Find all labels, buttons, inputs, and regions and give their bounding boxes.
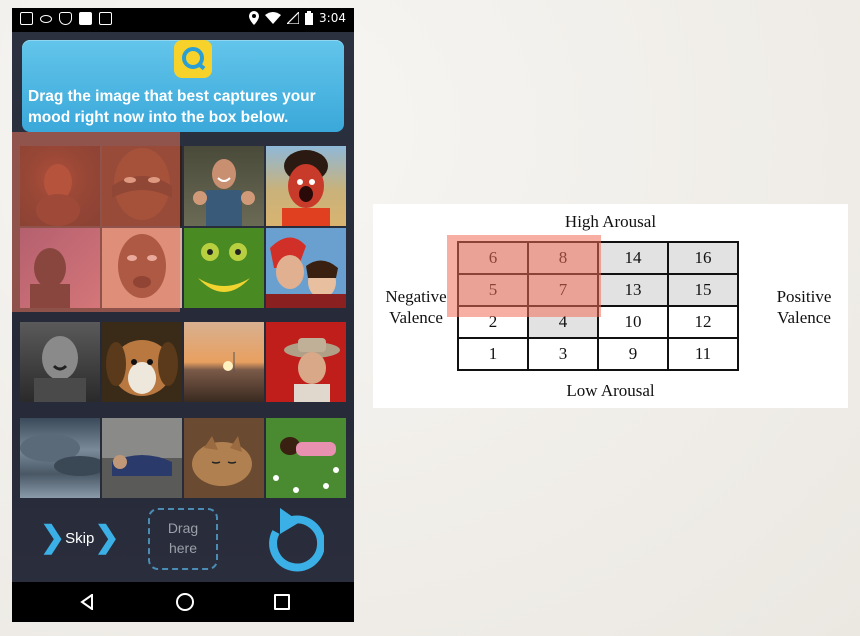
- diagram-highlight: [447, 235, 601, 317]
- grid-cell: 11: [667, 337, 739, 371]
- photo-tile[interactable]: [266, 418, 346, 498]
- skip-label: Skip: [65, 529, 95, 547]
- status-bar: 3:04: [12, 8, 354, 32]
- photo-tile[interactable]: [184, 228, 264, 308]
- drop-zone[interactable]: Drag here: [148, 508, 218, 570]
- location-icon: [249, 11, 260, 25]
- photo-tile[interactable]: [184, 146, 264, 226]
- negative-valence-label: Negative Valence: [385, 287, 447, 327]
- high-arousal-label: High Arousal: [564, 212, 657, 231]
- signal-icon: [287, 12, 300, 24]
- grid-cell: 15: [667, 273, 739, 307]
- photo-tile[interactable]: [266, 228, 346, 308]
- incognito-icon: [40, 14, 52, 23]
- photo-grid-bottom: [20, 418, 346, 498]
- photo-tile[interactable]: [184, 322, 264, 402]
- status-time: 3:04: [319, 11, 346, 25]
- instruction-banner: Drag the image that best captures your m…: [22, 40, 344, 132]
- home-icon[interactable]: [176, 593, 194, 611]
- recents-icon[interactable]: [274, 594, 290, 610]
- grid-cell: 3: [527, 337, 599, 371]
- selection-highlight: [12, 132, 180, 312]
- wifi-icon: [265, 12, 282, 24]
- chevron-right-icon: ❯: [94, 521, 120, 554]
- battery-icon: [305, 11, 314, 25]
- image-notification-icon: [20, 12, 33, 25]
- photo-tile[interactable]: [102, 418, 182, 498]
- chevron-right-icon: ❯: [40, 521, 66, 554]
- download-icon: [99, 12, 112, 25]
- grid-cell: 14: [597, 241, 669, 275]
- photo-tile[interactable]: [20, 418, 100, 498]
- photo-tile[interactable]: [266, 146, 346, 226]
- back-icon[interactable]: [80, 594, 94, 610]
- navigation-bar: [12, 582, 354, 622]
- app-logo: [174, 40, 212, 78]
- grid-cell: 1: [457, 337, 529, 371]
- controls-bar: ❯ Skip ❯ Drag here: [12, 508, 354, 582]
- photo-tile[interactable]: [266, 322, 346, 402]
- low-arousal-label: Low Arousal: [566, 381, 655, 400]
- drop-zone-label: Drag here: [167, 520, 199, 556]
- photo-tile[interactable]: [184, 418, 264, 498]
- grid-cell: 9: [597, 337, 669, 371]
- grid-cell: 12: [667, 305, 739, 339]
- photo-tile[interactable]: [102, 322, 182, 402]
- positive-valence-label: Positive Valence: [776, 287, 832, 327]
- instruction-text: Drag the image that best captures your m…: [28, 88, 316, 126]
- grid-cell: 13: [597, 273, 669, 307]
- photo-grid-middle: [20, 322, 346, 402]
- shield-icon: [59, 12, 72, 25]
- undo-icon[interactable]: [260, 508, 324, 572]
- phone-screenshot: 3:04 Drag the image that best captures y…: [12, 8, 354, 622]
- skip-button[interactable]: ❯ Skip ❯: [40, 521, 120, 554]
- arousal-valence-diagram: High Arousal Negative Valence Positive Val…: [373, 204, 848, 408]
- grid-cell: 16: [667, 241, 739, 275]
- app-notification-icon: [79, 12, 92, 25]
- grid-cell: 10: [597, 305, 669, 339]
- photo-tile[interactable]: [20, 322, 100, 402]
- app-screen: Drag the image that best captures your m…: [12, 32, 354, 582]
